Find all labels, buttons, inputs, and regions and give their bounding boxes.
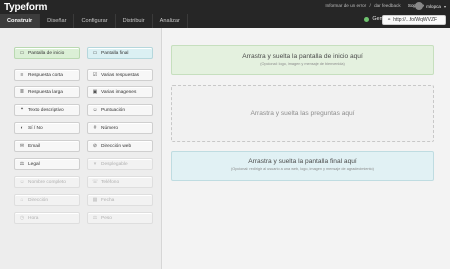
link-icon: ⚭ — [387, 17, 392, 23]
field-statement[interactable]: ❝ Texto descriptivo — [14, 104, 80, 116]
field-palette: ▭ Pantalla de inicio ▭ Pantalla final ≡ … — [0, 28, 162, 269]
clock-icon: ◷ — [19, 215, 25, 221]
address-icon: ⌂ — [20, 197, 24, 203]
field-short-answer[interactable]: ≡ Respuesta corta — [14, 69, 80, 81]
tab-distribuir[interactable]: Distribuir — [116, 14, 153, 28]
welcome-dropzone-title: Arrastra y suelta la pantalla de inicio … — [242, 53, 363, 60]
field-label: Varias respuestas — [101, 72, 140, 78]
field-label: Teléfono — [101, 179, 120, 185]
long-text-icon: ≣ — [19, 89, 25, 95]
questions-dropzone[interactable]: Arrastra y suelta las preguntas aquí — [171, 85, 434, 142]
scale-icon: ⚖ — [92, 215, 98, 221]
field-label: Respuesta corta — [28, 72, 63, 78]
field-label: Pantalla final — [101, 50, 129, 56]
field-label: Respuesta larga — [28, 89, 63, 95]
field-welcome-screen[interactable]: ▭ Pantalla de inicio — [14, 47, 80, 59]
phone-icon: ☏ — [92, 179, 99, 185]
field-rating[interactable]: ☺ Puntuación — [87, 104, 153, 116]
main-tabs: Construir Diseñar Configurar Distribuir … — [0, 14, 188, 28]
field-label: Pantalla de inicio — [28, 50, 65, 56]
field-label: Dirección — [28, 197, 48, 203]
end-screen-icon: ▭ — [92, 50, 98, 56]
report-error-link[interactable]: Informar de un error — [325, 3, 366, 8]
dropdown-icon: ▾ — [93, 161, 97, 167]
person-icon: ☺ — [19, 179, 25, 185]
avatar — [415, 2, 424, 10]
field-label: Número — [101, 125, 119, 131]
tab-construir[interactable]: Construir — [0, 14, 41, 28]
field-end-screen[interactable]: ▭ Pantalla final — [87, 47, 153, 59]
form-url-field[interactable]: ⚭ http://...fo/WqWVZF — [382, 15, 446, 25]
field-multiple-choice[interactable]: ☑ Varias respuestas — [87, 69, 153, 81]
picture-choice-icon: ▣ — [92, 89, 98, 95]
end-dropzone-hint: (Opcional: redirigir al usuario a una we… — [231, 167, 374, 171]
form-url-value: http://...fo/WqWVZF — [393, 17, 438, 23]
welcome-screen-icon: ▭ — [19, 50, 25, 56]
field-number[interactable]: # Número — [87, 122, 153, 134]
status-dot-icon — [364, 16, 370, 22]
welcome-dropzone-hint: (Opcional: logo, imagen y mensaje de bie… — [260, 62, 345, 66]
header-links: Informar de un error / dar feedback Sopo… — [323, 3, 424, 8]
welcome-dropzone[interactable]: Arrastra y suelta la pantalla de inicio … — [171, 45, 434, 75]
number-icon: # — [93, 125, 97, 131]
yes-no-icon: ◐ — [20, 125, 24, 131]
field-picture-choice[interactable]: ▣ Varias imagenes — [87, 86, 153, 98]
tab-configurar[interactable]: Configurar — [74, 14, 116, 28]
field-label: Puntuación — [101, 107, 126, 113]
field-label: Texto descriptivo — [28, 107, 64, 113]
user-menu[interactable]: mlopca ▾ — [415, 2, 446, 10]
email-icon: ✉ — [19, 143, 25, 149]
field-dropdown: ▾ Desplegable — [87, 158, 153, 170]
form-canvas: Arrastra y suelta la pantalla de inicio … — [163, 28, 450, 269]
field-label: Peso — [101, 215, 112, 221]
user-name: mlopca — [426, 3, 441, 9]
end-dropzone-title: Arrastra y suelta la pantalla final aquí — [248, 158, 357, 165]
tab-disenar[interactable]: Diseñar — [40, 14, 75, 28]
field-label: Varias imagenes — [101, 89, 137, 95]
multiple-choice-icon: ☑ — [92, 72, 98, 78]
field-address: ⌂ Dirección — [14, 194, 80, 206]
field-label: Nombre completo — [28, 179, 66, 185]
calendar-icon: ▦ — [92, 197, 98, 203]
field-email[interactable]: ✉ Email — [14, 140, 80, 152]
field-label: Sí / No — [28, 125, 43, 131]
field-label: Email — [28, 143, 40, 149]
field-weight: ⚖ Peso — [87, 212, 153, 224]
top-header: Typeform beta Informar de un error / dar… — [0, 0, 450, 28]
field-date: ▦ Fecha — [87, 194, 153, 206]
field-yes-no[interactable]: ◐ Sí / No — [14, 122, 80, 134]
end-dropzone[interactable]: Arrastra y suelta la pantalla final aquí… — [171, 151, 434, 181]
field-label: Legal — [28, 161, 40, 167]
field-legal[interactable]: ⚖ Legal — [14, 158, 80, 170]
legal-icon: ⚖ — [19, 161, 25, 167]
rating-icon: ☺ — [92, 107, 98, 113]
field-long-answer[interactable]: ≣ Respuesta larga — [14, 86, 80, 98]
short-text-icon: ≡ — [20, 72, 24, 78]
field-label: Hora — [28, 215, 39, 221]
questions-dropzone-title: Arrastra y suelta las preguntas aquí — [250, 110, 355, 117]
field-label: Dirección web — [101, 143, 132, 149]
field-time: ◷ Hora — [14, 212, 80, 224]
website-icon: ⊘ — [92, 143, 98, 149]
feedback-link[interactable]: dar feedback — [374, 3, 401, 8]
quote-icon: ❝ — [20, 107, 24, 113]
field-full-name: ☺ Nombre completo — [14, 176, 80, 188]
field-website[interactable]: ⊘ Dirección web — [87, 140, 153, 152]
field-label: Fecha — [101, 197, 115, 203]
link-separator: / — [369, 3, 371, 8]
field-label: Desplegable — [101, 161, 128, 167]
chevron-down-icon: ▾ — [443, 3, 446, 9]
tab-analizar[interactable]: Analizar — [153, 14, 188, 28]
field-phone: ☏ Teléfono — [87, 176, 153, 188]
brand-logo[interactable]: Typeform — [4, 2, 47, 13]
